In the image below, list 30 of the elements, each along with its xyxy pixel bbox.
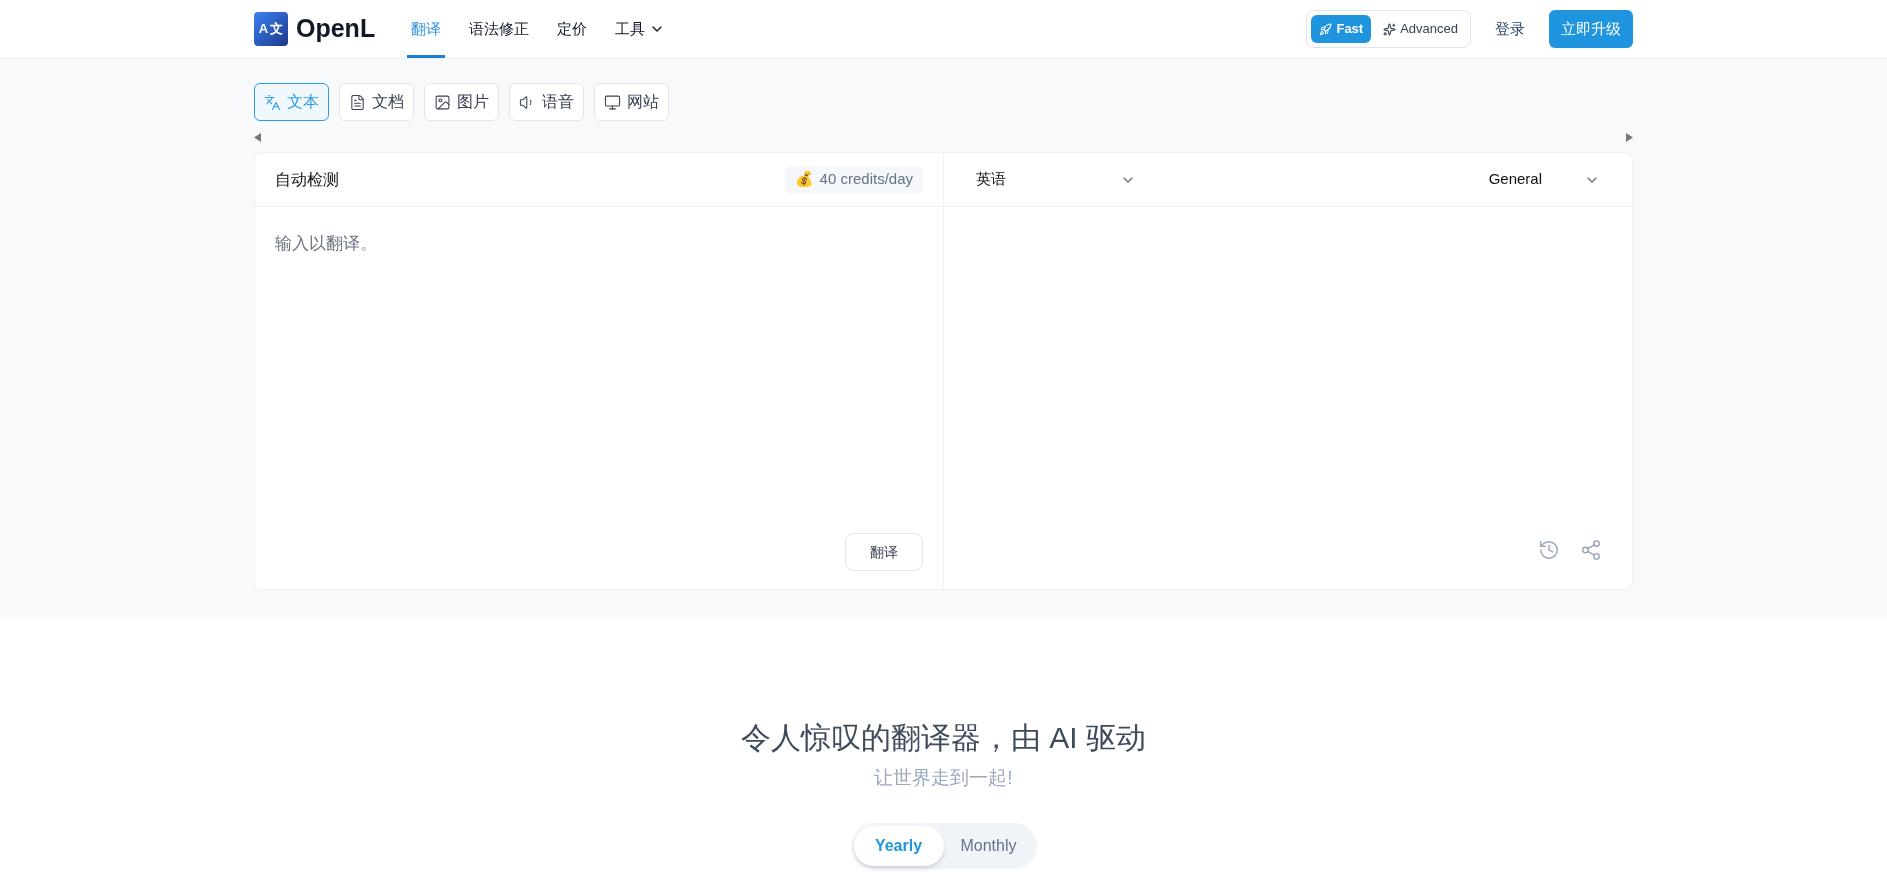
hero-subtitle: 让世界走到一起!: [874, 766, 1013, 790]
input-type-tab[interactable]: 文档: [339, 83, 414, 121]
scroll-left-icon[interactable]: [254, 132, 261, 142]
style-select[interactable]: General: [1488, 168, 1600, 191]
hero-title: 令人惊叹的翻译器，由 AI 驱动: [741, 720, 1146, 756]
login-link[interactable]: 登录: [1495, 17, 1525, 41]
input-type-tab[interactable]: 网站: [594, 83, 669, 121]
nav-link[interactable]: 语法修正: [465, 0, 534, 58]
text-icon: [264, 93, 281, 111]
input-type-tab[interactable]: 语音: [509, 83, 584, 121]
input-type-tab[interactable]: 图片: [424, 83, 499, 121]
translate-button[interactable]: 翻译: [845, 533, 923, 571]
sparkles-icon: [1383, 22, 1397, 36]
money-bag-icon: 💰: [794, 168, 814, 191]
share-icon[interactable]: [1580, 539, 1602, 561]
billing-option[interactable]: Monthly: [943, 825, 1034, 866]
website-icon: [604, 93, 621, 111]
image-icon: [434, 93, 451, 111]
logo-icon: A文: [254, 12, 288, 46]
history-icon[interactable]: [1538, 539, 1560, 561]
nav-link[interactable]: 工具: [611, 0, 670, 58]
source-language[interactable]: 自动检测: [275, 167, 339, 192]
logo-text: OpenL: [296, 13, 376, 45]
scroll-right-icon[interactable]: [1626, 132, 1633, 142]
rocket-icon: [1319, 22, 1333, 36]
mode-button[interactable]: Advanced: [1375, 15, 1466, 43]
target-language-select[interactable]: 英语: [976, 168, 1136, 191]
document-icon: [349, 93, 366, 111]
nav-link[interactable]: 定价: [553, 0, 592, 58]
credits-text: 40 credits/day: [819, 169, 913, 190]
